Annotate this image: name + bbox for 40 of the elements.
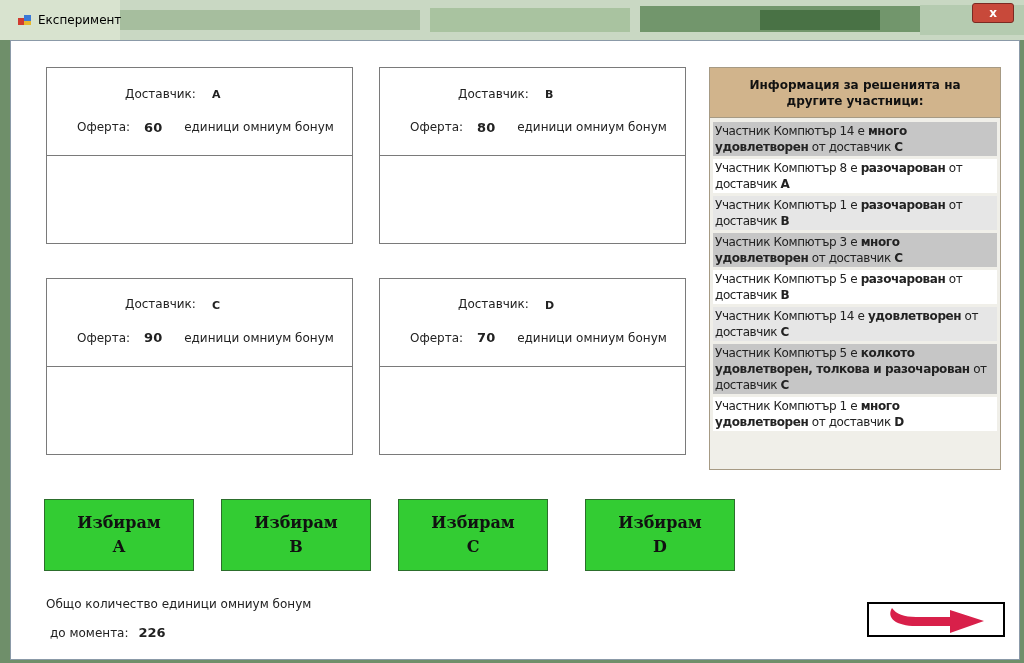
participant-message: Участник Компютър 14 е удовлетворен от доставчик C bbox=[713, 307, 997, 341]
offer-amount: 70 bbox=[477, 329, 496, 347]
participant-message: Участник Компютър 1 е разочарован от доставчик B bbox=[713, 196, 997, 230]
total-label: Общо количество единици омниум бонум bbox=[46, 596, 312, 613]
participant-message: Участник Компютър 8 е разочарован от доставчик A bbox=[713, 159, 997, 193]
offer-label: Оферта: bbox=[410, 119, 464, 137]
offer-amount: 60 bbox=[144, 118, 163, 137]
participant-message: Участник Компютър 1 е много удовлетворен от доставчик D bbox=[713, 397, 997, 431]
participant-message: Участник Компютър 5 е колкото удовлетворен, толкова и разочарован от доставчик C bbox=[713, 344, 997, 394]
offer-unit: единици омниум бонум bbox=[517, 329, 667, 347]
choose-supplier-button[interactable]: Избирам A bbox=[44, 499, 194, 571]
participant-message: Участник Компютър 5 е разочарован от доставчик B bbox=[713, 270, 997, 304]
next-button[interactable] bbox=[867, 601, 1005, 637]
supplier-label: Доставчик: bbox=[125, 296, 196, 314]
participant-message: Участник Компютър 14 е много удовлетворен от доставчик C bbox=[713, 122, 997, 156]
info-panel-title: Информация за решенията на другите участници: bbox=[710, 68, 1000, 118]
offer-unit: единици омниум бонум bbox=[517, 119, 667, 137]
choose-supplier-button[interactable]: Избирам B bbox=[221, 499, 371, 571]
offer-label: Оферта: bbox=[410, 329, 464, 347]
close-button[interactable]: x bbox=[972, 3, 1014, 23]
supplier-letter: D bbox=[544, 297, 555, 314]
choose-supplier-button[interactable]: Избирам C bbox=[398, 499, 548, 571]
supplier-label: Доставчик: bbox=[458, 85, 529, 103]
offer-unit: единици омниум бонум bbox=[184, 329, 334, 347]
participant-message: Участник Компютър 3 е много удовлетворен от доставчик C bbox=[713, 233, 997, 267]
supplier-letter: A bbox=[211, 87, 221, 103]
offer-amount: 80 bbox=[477, 118, 496, 137]
supplier-letter: B bbox=[544, 87, 554, 103]
offer-amount: 90 bbox=[144, 329, 163, 347]
total-value: 226 bbox=[138, 624, 166, 642]
app-icon bbox=[18, 14, 32, 26]
offer-unit: единици омниум бонум bbox=[184, 119, 334, 137]
window-title: Експеримент bbox=[38, 12, 122, 29]
total-label: до момента: bbox=[50, 624, 129, 642]
supplier-label: Доставчик: bbox=[458, 296, 529, 314]
offer-label: Оферта: bbox=[77, 119, 131, 137]
choose-supplier-button[interactable]: Избирам D bbox=[585, 499, 735, 571]
offer-label: Оферта: bbox=[77, 329, 131, 347]
supplier-label: Доставчик: bbox=[125, 85, 196, 103]
supplier-letter: C bbox=[211, 297, 220, 314]
